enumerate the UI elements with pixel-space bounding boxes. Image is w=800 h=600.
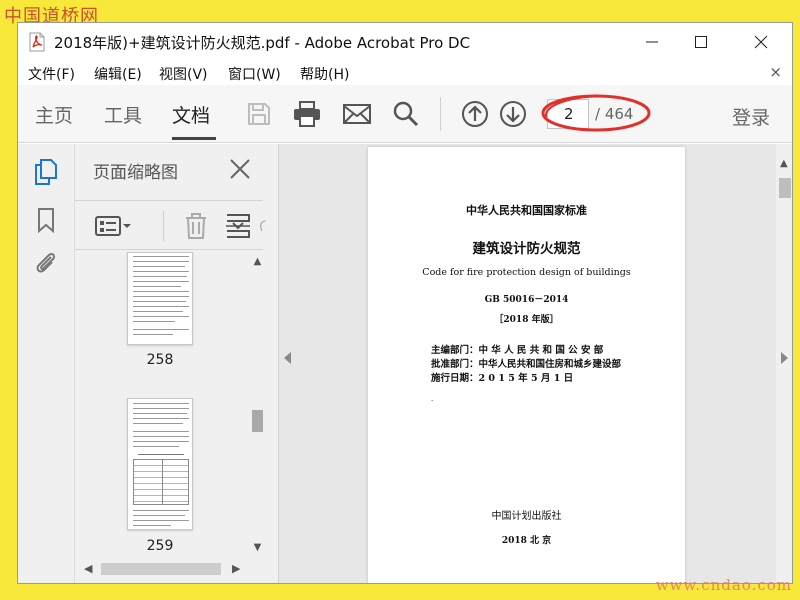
menu-edit[interactable]: 编辑(E) — [94, 64, 142, 84]
effective-date: 施行日期：2 0 1 5 年 5 月 1 日 — [431, 373, 574, 384]
document-title-english: Code for fire protection design of build… — [422, 267, 631, 278]
active-tab-indicator — [172, 137, 216, 140]
scroll-up-arrow-icon[interactable]: ▲ — [252, 256, 263, 267]
thumbnail-page-number: 259 — [146, 538, 174, 554]
acrobat-window: 2018年版)+建筑设计防火规范.pdf - Adobe Acrobat Pro… — [17, 22, 793, 584]
edition-label: ［2018 年版］ — [494, 315, 559, 325]
publication-place-year: 2018 北 京 — [501, 536, 552, 546]
page-thumbnail[interactable] — [127, 398, 193, 530]
undo-button[interactable] — [257, 211, 267, 241]
paperclip-icon — [36, 252, 56, 273]
pdf-file-icon — [29, 32, 45, 52]
arrow-down-circle-icon — [500, 101, 526, 127]
menu-view[interactable]: 视图(V) — [159, 64, 208, 84]
insert-page-button[interactable] — [223, 211, 253, 241]
scroll-right-arrow-icon[interactable]: ▶ — [232, 562, 240, 575]
collapse-right-panel-arrow-icon[interactable] — [781, 352, 788, 364]
next-page-button[interactable] — [497, 99, 529, 129]
save-icon — [248, 103, 270, 125]
thumbnails-toolbar — [75, 200, 266, 250]
thumbnail-options-button[interactable] — [93, 211, 133, 241]
scrollbar-thumb[interactable] — [779, 178, 791, 198]
bookmarks-button[interactable] — [32, 206, 60, 234]
document-title: 建筑设计防火规范 — [472, 241, 581, 257]
collapse-left-panel-arrow-icon[interactable] — [284, 352, 291, 364]
standard-heading: 中华人民共和国国家标准 — [466, 204, 587, 217]
menu-file[interactable]: 文件(F) — [28, 64, 75, 84]
email-icon — [343, 104, 371, 124]
tab-document[interactable]: 文档 — [172, 101, 210, 128]
close-icon — [754, 35, 768, 49]
editor-department: 主编部门：中 华 人 民 共 和 国 公 安 部 — [431, 345, 604, 356]
rotate-icon — [260, 220, 266, 232]
thumbnail-horizontal-scrollbar[interactable]: ◀ ▶ — [75, 557, 250, 581]
scrollbar-thumb[interactable] — [101, 563, 221, 575]
bookmark-icon — [38, 208, 54, 233]
thumbnail-vertical-scrollbar[interactable]: ▲ ▼ — [250, 252, 265, 557]
page-thumbnails-panel: 页面缩略图 258 259 ▲ ▼ ◀ ▶ — [75, 144, 278, 583]
maximize-button[interactable] — [686, 29, 716, 55]
minimize-button[interactable] — [637, 29, 667, 55]
page-thumbnails-icon — [35, 159, 57, 185]
annotation-red-ellipse — [541, 94, 651, 132]
standard-code: GB 50016－2014 — [484, 295, 569, 305]
search-icon — [393, 101, 419, 127]
main-toolbar: 主页 工具 文档 2 / 464 登录 — [18, 85, 792, 143]
menu-window[interactable]: 窗口(W) — [228, 64, 281, 84]
insert-page-icon — [226, 214, 250, 238]
page-thumbnails-button[interactable] — [32, 158, 60, 186]
close-window-button[interactable] — [746, 29, 776, 55]
panel-title: 页面缩略图 — [93, 163, 178, 183]
menu-help[interactable]: 帮助(H) — [300, 64, 349, 84]
scroll-left-arrow-icon[interactable]: ◀ — [84, 562, 92, 575]
tab-home[interactable]: 主页 — [35, 101, 73, 128]
scrollbar-thumb[interactable] — [252, 410, 263, 432]
email-button[interactable] — [341, 99, 373, 129]
publisher: 中国计划出版社 — [491, 511, 562, 522]
panel-toolbar-separator — [163, 211, 164, 241]
delete-page-button[interactable] — [181, 211, 211, 241]
approval-department: 批准部门：中华人民共和国住房和城乡建设部 — [431, 359, 622, 370]
toolbar-separator — [440, 97, 441, 131]
minimize-icon — [646, 41, 658, 43]
options-menu-icon — [95, 216, 131, 236]
maximize-icon — [695, 36, 707, 48]
login-button[interactable]: 登录 — [732, 103, 770, 130]
print-button[interactable] — [291, 99, 323, 129]
thumbnail-page-number: 258 — [146, 352, 174, 368]
arrow-up-circle-icon — [462, 101, 488, 127]
save-button[interactable] — [243, 99, 275, 129]
page-thumbnail[interactable] — [127, 252, 193, 345]
previous-page-button[interactable] — [459, 99, 491, 129]
find-button[interactable] — [390, 99, 422, 129]
scroll-down-arrow-icon[interactable]: ▼ — [252, 542, 263, 553]
document-view[interactable]: 中华人民共和国国家标准 建筑设计防火规范 Code for fire prote… — [278, 144, 776, 583]
navigation-rail — [18, 144, 83, 583]
tab-tools[interactable]: 工具 — [104, 101, 142, 128]
document-vertical-scrollbar[interactable]: ▲ — [776, 144, 792, 583]
close-document-button[interactable]: × — [769, 63, 782, 81]
pdf-page: 中华人民共和国国家标准 建筑设计防火规范 Code for fire prote… — [368, 147, 685, 583]
close-icon — [230, 159, 250, 179]
trash-icon — [186, 213, 206, 239]
page-dot-mark: . — [431, 395, 434, 403]
print-icon — [294, 101, 320, 127]
watermark-url-text: www.cndao.com — [655, 576, 792, 594]
attachments-button[interactable] — [32, 248, 60, 276]
window-title: 2018年版)+建筑设计防火规范.pdf - Adobe Acrobat Pro… — [54, 34, 471, 52]
close-panel-button[interactable] — [227, 156, 253, 182]
menu-bar: 文件(F) 编辑(E) 视图(V) 窗口(W) 帮助(H) × — [18, 61, 792, 85]
scroll-up-arrow-icon[interactable]: ▲ — [780, 158, 788, 169]
title-bar: 2018年版)+建筑设计防火规范.pdf - Adobe Acrobat Pro… — [18, 23, 792, 61]
thumbnail-list[interactable]: 258 259 — [75, 252, 250, 557]
